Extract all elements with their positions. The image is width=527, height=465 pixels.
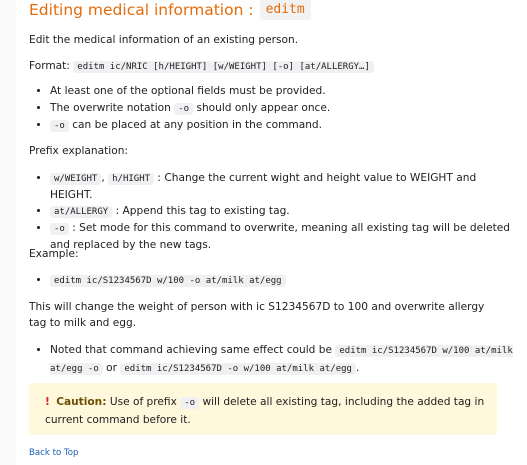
note-text: The overwrite notation — [50, 102, 171, 114]
prefix-heading: Prefix explanation: — [29, 145, 128, 157]
heading-text: Editing medical information : — [29, 1, 254, 19]
example-heading: Example: — [29, 248, 79, 260]
notes-list: At least one of the optional fields must… — [29, 83, 527, 134]
example-list: editm ic/S1234567D w/100 -o at/milk at/e… — [29, 272, 286, 289]
left-margin-strip — [0, 0, 16, 465]
heading-command-code: editm — [259, 0, 311, 20]
note-code: -o — [174, 103, 194, 115]
list-item: -o can be placed at any position in the … — [50, 117, 527, 134]
example-description: This will change the weight of person wi… — [29, 301, 485, 330]
list-item: Noted that command achieving same effect… — [50, 342, 520, 378]
example-code: editm ic/S1234567D w/100 -o at/milk at/e… — [50, 275, 286, 287]
caution-text: Use of prefix — [109, 396, 177, 408]
back-to-top-link[interactable]: Back to Top — [29, 447, 78, 460]
prefix-code: at/ALLERGY — [50, 206, 113, 219]
prefix-code: w/WEIGHT — [50, 173, 102, 185]
format-label: Format: — [29, 60, 70, 72]
note-text: can be placed at any position in the com… — [72, 119, 323, 131]
exclamation-icon: ! — [45, 396, 50, 408]
intro-paragraph: Edit the medical information of an exist… — [29, 34, 299, 46]
list-item: w/WEIGHT, h/HIGHT : Change the current w… — [50, 170, 520, 203]
caution-box: ! Caution: Use of prefix -o will delete … — [29, 383, 497, 435]
doc-content: Editing medical information : editm Edit… — [29, 0, 513, 458]
prefix-list: w/WEIGHT, h/HIGHT : Change the current w… — [29, 170, 520, 254]
note-text: should only appear once. — [196, 102, 331, 114]
list-item: The overwrite notation -o should only ap… — [50, 100, 527, 117]
caution-label: Caution: — [56, 396, 107, 408]
prefix-desc: : Append this tag to existing tag. — [115, 205, 290, 218]
note-code: editm ic/S1234567D -o w/100 at/milk at/e… — [120, 363, 356, 375]
note-code: -o — [50, 120, 69, 132]
list-item: At least one of the optional fields must… — [50, 83, 527, 100]
prefix-separator: , — [101, 172, 105, 184]
page: Editing medical information : editm Edit… — [0, 0, 527, 465]
format-code: editm ic/NRIC [h/HEIGHT] [w/WEIGHT] [-o]… — [73, 61, 374, 73]
list-item: at/ALLERGY : Append this tag to existing… — [50, 203, 520, 220]
prefix-code: -o — [50, 223, 69, 236]
caution-code: -o — [180, 397, 200, 409]
list-item: editm ic/S1234567D w/100 -o at/milk at/e… — [50, 272, 286, 289]
note-text: At least one of the optional fields must… — [50, 85, 326, 97]
prefix-desc: : Set mode for this command to overwrite… — [50, 222, 511, 252]
format-line: Format: editm ic/NRIC [h/HEIGHT] [w/WEIG… — [29, 58, 374, 75]
prefix-code: h/HIGHT — [108, 173, 155, 185]
section-heading: Editing medical information : editm — [29, 0, 509, 20]
note-list: Noted that command achieving same effect… — [29, 342, 520, 378]
list-item: -o : Set mode for this command to overwr… — [50, 220, 520, 253]
note-text: . — [355, 362, 360, 374]
note-text: or — [106, 362, 117, 374]
note-text: Noted that command achieving same effect… — [50, 344, 332, 356]
